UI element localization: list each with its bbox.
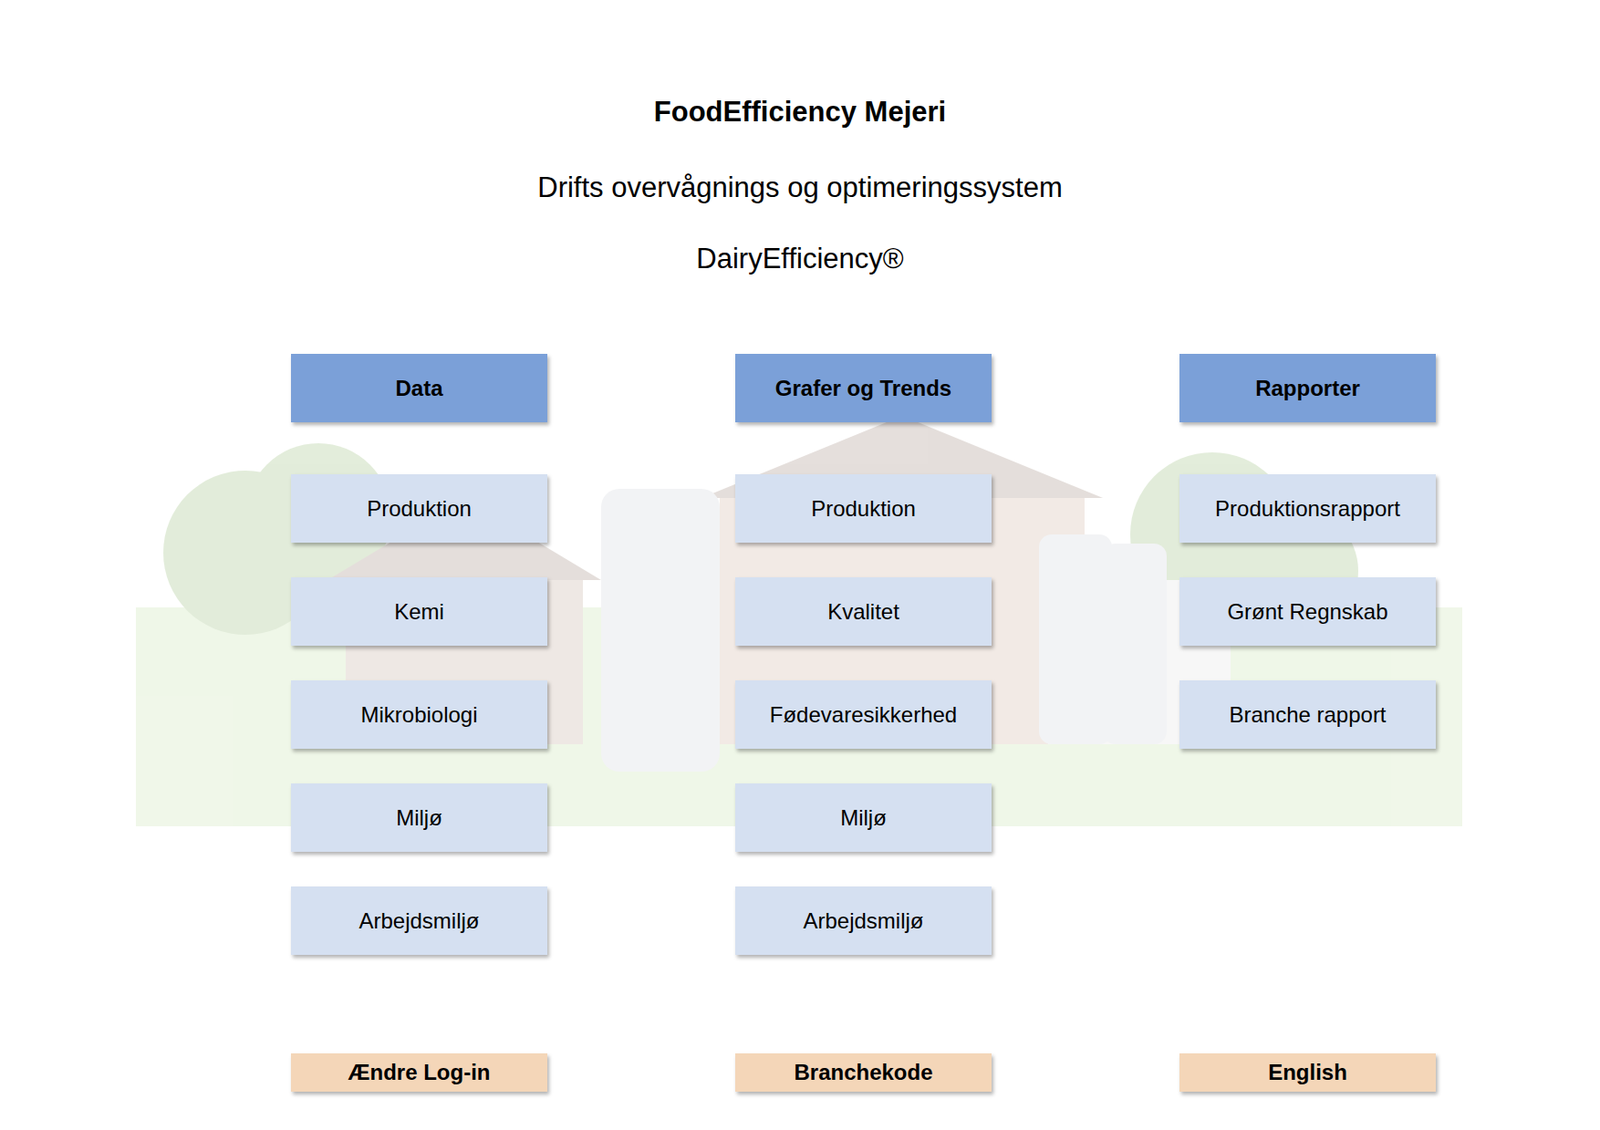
menu-button[interactable]: Fødevaresikkerhed: [735, 680, 992, 749]
menu-grid: Data Produktion Kemi Mikrobiologi Miljø Arbej…: [0, 353, 1600, 956]
menu-button[interactable]: Produktionsrapport: [1179, 474, 1436, 543]
menu-button[interactable]: Mikrobiologi: [290, 680, 548, 749]
column-header[interactable]: Data: [290, 353, 548, 423]
header: FoodEfficiency Mejeri Drifts overvågnings…: [0, 94, 1600, 277]
main-menu: FoodEfficiency Mejeri Drifts overvågnings…: [0, 0, 1600, 1130]
menu-button[interactable]: Kemi: [290, 577, 548, 646]
footer-button[interactable]: Branchekode: [735, 1053, 992, 1092]
footer-button[interactable]: English: [1179, 1053, 1436, 1092]
column-header[interactable]: Rapporter: [1179, 353, 1436, 423]
footer-button[interactable]: Ændre Log-in: [290, 1053, 548, 1092]
menu-button[interactable]: Miljø: [290, 783, 548, 852]
app-subtitle: Drifts overvågnings og optimeringssystem: [537, 170, 1062, 206]
column-header[interactable]: Grafer og Trends: [735, 353, 992, 423]
menu-column: Data Produktion Kemi Mikrobiologi Miljø Arbej…: [290, 353, 548, 956]
menu-button[interactable]: Arbejdsmiljø: [735, 886, 992, 956]
app-title: FoodEfficiency Mejeri: [654, 94, 946, 130]
menu-button[interactable]: Arbejdsmiljø: [290, 886, 548, 956]
menu-area: Data Produktion Kemi Mikrobiologi Miljø Arbej…: [0, 353, 1600, 956]
brand-name: DairyEfficiency®: [696, 241, 904, 277]
menu-button[interactable]: Miljø: [735, 783, 992, 852]
menu-button[interactable]: Grønt Regnskab: [1179, 577, 1436, 646]
menu-button[interactable]: Kvalitet: [735, 577, 992, 646]
menu-button[interactable]: Produktion: [290, 474, 548, 543]
menu-button[interactable]: Branche rapport: [1179, 680, 1436, 749]
menu-button[interactable]: Produktion: [735, 474, 992, 543]
menu-column: Rapporter Produktionsrapport Grønt Regnska…: [1179, 353, 1436, 956]
footer-bar: Ændre Log-in Branchekode English: [0, 1053, 1600, 1092]
menu-column: Grafer og Trends Produktion Kvalitet Fødeva…: [735, 353, 992, 956]
